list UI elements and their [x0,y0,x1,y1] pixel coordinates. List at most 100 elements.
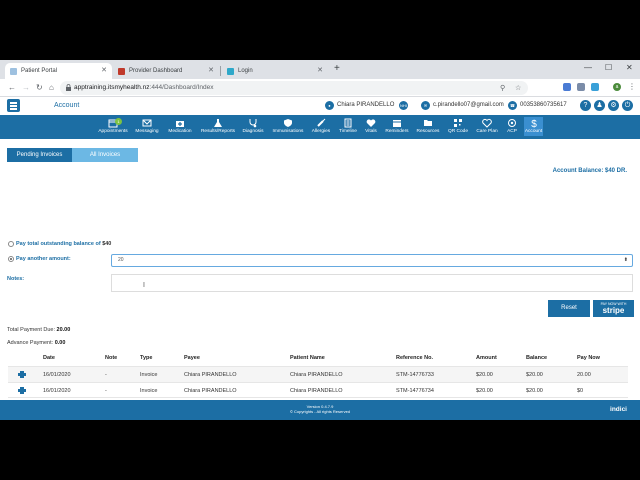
flag-favicon-icon [118,67,125,75]
url-path: :444/Dashboard/Index [149,84,214,91]
footer-text: Version 0.4.7.9 © Copyrights - All right… [0,404,640,414]
reload-icon[interactable]: ↻ [36,82,43,94]
invoice-tabs: Pending Invoices All Invoices [7,148,138,162]
zoom-icon[interactable]: ⚲ [500,84,505,93]
nav-messaging[interactable]: Messaging [130,118,164,134]
pay-another-option[interactable]: Pay another amount: [8,256,71,262]
notes-label: Notes: [7,276,25,282]
forward-icon[interactable]: → [22,82,30,94]
col-type: Type [140,355,153,361]
phone-icon: ☎ [508,101,517,110]
tab-pending-invoices[interactable]: Pending Invoices [7,148,72,162]
table-row: 16/01/2020 - Invoice Chiara PIRANDELLO C… [8,366,628,382]
home-icon[interactable]: ⌂ [49,82,54,94]
nav-appointments[interactable]: 1 Appointments [96,118,130,134]
user-icon: ● [325,101,334,110]
page-title: Account [54,102,80,109]
user-phone[interactable]: ☎ 00353860735617 [508,101,567,110]
flask-icon [214,119,222,127]
advance-value: 0.00 [54,340,66,346]
total-due-value: 20.00 [56,327,71,333]
advance-payment: Advance Payment: 0.00 [7,340,66,346]
tab-title: Patient Portal [21,68,58,74]
profile-avatar[interactable]: a [613,83,621,91]
col-reference: Reference No. [396,355,433,361]
nhi-icon: NHI [399,101,408,110]
print-icon[interactable] [18,371,26,378]
tab-all-invoices[interactable]: All Invoices [72,148,138,162]
medkit-icon [176,121,184,127]
tab-title: Provider Dashboard [129,68,183,74]
pay-total-option[interactable]: Pay total outstanding balance of $40 [8,241,111,247]
nav-account[interactable]: $ Account [524,117,543,136]
nav-diagnosis[interactable]: Diagnosis [236,118,270,134]
col-patient-name: Patient Name [290,355,325,361]
nav-reminders[interactable]: Reminders [380,118,414,134]
total-outstanding-amount: $40 [102,241,112,247]
close-window-icon[interactable]: ✕ [626,62,633,74]
extension-gear-icon[interactable] [577,83,585,91]
tab-provider-dashboard[interactable]: Provider Dashboard ✕ [113,63,219,79]
minimize-icon[interactable]: — [584,62,592,74]
lock-icon [66,84,71,91]
close-tab-icon[interactable]: ✕ [317,67,323,75]
nhi-badge[interactable]: NHI [399,101,411,110]
col-balance: Balance [526,355,548,361]
table-header: Date Note Type Payee Patient Name Refere… [8,350,628,366]
close-tab-icon[interactable]: ✕ [208,67,214,75]
tab-patient-portal[interactable]: Patient Portal ✕ [5,63,112,79]
hamburger-menu-icon[interactable] [7,99,20,112]
app-header: Account ● Chiara PIRANDELLO NHI ✉ c.pira… [0,97,640,115]
browser-window: Patient Portal ✕ Provider Dashboard ✕ Lo… [0,60,640,420]
browser-menu-icon[interactable]: ⋮ [628,81,636,93]
nav-resources[interactable]: Resources [411,118,445,134]
user-email[interactable]: ✉ c.pirandello07@gmail.com [421,101,504,110]
maximize-icon[interactable]: ☐ [605,62,612,74]
notes-input[interactable] [111,274,633,292]
url-text: apptraining.itsmyhealth.nz:444/Dashboard… [74,84,213,92]
login-favicon-icon [227,67,234,75]
address-bar[interactable]: apptraining.itsmyhealth.nz:444/Dashboard… [60,81,528,95]
extension-screen-icon[interactable] [591,83,599,91]
help-icon[interactable]: ? [580,100,591,111]
heart-icon [482,118,492,128]
indici-logo: indici [610,406,627,413]
user-name[interactable]: ● Chiara PIRANDELLO [325,101,394,110]
appointments-badge: 1 [115,118,122,125]
bookmark-star-icon[interactable]: ☆ [515,84,521,93]
screen: Patient Portal ✕ Provider Dashboard ✕ Lo… [0,0,640,480]
pay-with-stripe-button[interactable]: PAY NOW WITH stripe [593,300,634,317]
folder-icon [424,120,432,126]
acp-icon [508,119,516,127]
reset-button[interactable]: Reset [548,300,590,317]
settings-gear-icon[interactable]: ⚙ [608,100,619,111]
tab-title: Login [238,68,253,74]
pay-now-value[interactable]: 20.00 [577,372,591,378]
tab-strip: Patient Portal ✕ Provider Dashboard ✕ Lo… [0,60,640,79]
users-icon[interactable]: ♟ [594,100,605,111]
extension-translate-icon[interactable] [563,83,571,91]
qrcode-icon [454,119,462,127]
browser-toolbar: ← → ↻ ⌂ apptraining.itsmyhealth.nz:444/D… [0,79,640,97]
envelope-icon [142,119,152,127]
print-icon[interactable] [18,387,26,394]
shield-icon [284,119,292,127]
pay-another-radio[interactable] [8,256,14,262]
pay-now-value[interactable]: $0 [577,388,583,394]
tab-login[interactable]: Login ✕ [222,63,328,79]
col-payee: Payee [184,355,200,361]
nav-results-reports[interactable]: Results/Reports [199,118,237,134]
nav-medication[interactable]: Medication [163,118,197,134]
back-icon[interactable]: ← [8,82,16,94]
total-payment-due: Total Payment Due: 20.00 [7,327,71,333]
logout-power-icon[interactable]: ⏻ [622,100,633,111]
close-tab-icon[interactable]: ✕ [101,67,107,75]
new-tab-icon[interactable]: + [334,64,340,74]
pay-total-radio[interactable] [8,241,14,247]
col-amount: Amount [476,355,497,361]
svg-text:$: $ [531,119,537,128]
tab-separator [220,66,221,76]
amount-select[interactable]: 20 ⬍ [111,254,633,267]
select-arrow-icon: ⬍ [623,257,628,263]
nav-immunisations[interactable]: Immunisations [270,118,306,134]
